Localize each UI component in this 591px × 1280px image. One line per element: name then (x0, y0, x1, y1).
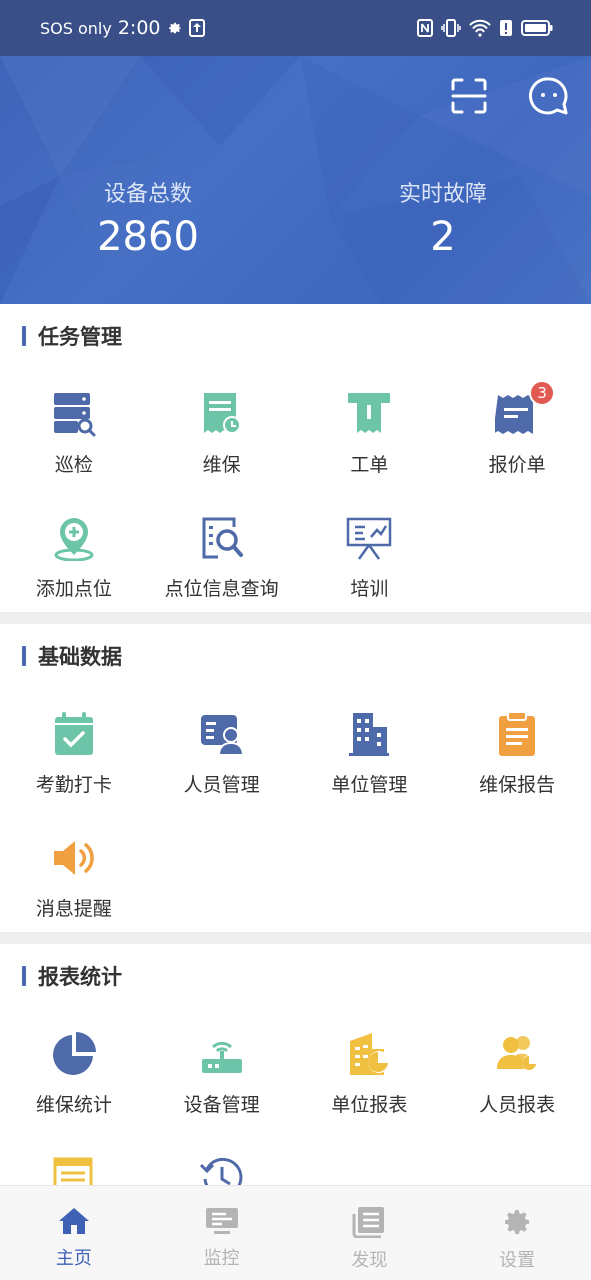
section-title: 报表统计 (0, 962, 591, 990)
calendar-check-icon (50, 710, 98, 758)
tab-home[interactable]: 主页 (0, 1186, 148, 1280)
settings-status-icon (167, 20, 183, 36)
menu-item-label: 维保报告 (479, 774, 556, 796)
menu-item-label: 维保统计 (35, 1094, 112, 1116)
section-basic-data: 基础数据 考勤打卡 人员管理 单位管理 维保报告 消息提醒 (0, 624, 591, 932)
stat-value: 2 (430, 214, 456, 260)
title-accent-bar (22, 966, 26, 986)
building-chart-icon (345, 1030, 393, 1078)
speaker-icon (50, 834, 98, 882)
menu-item-maintenance[interactable]: 维保 (148, 364, 296, 488)
presentation-icon (345, 514, 393, 562)
menu-item-label: 培训 (350, 578, 389, 600)
dashboard-header: 设备总数 2860 实时故障 2 (0, 56, 591, 304)
menu-item-units[interactable]: 单位管理 (296, 684, 444, 808)
tab-label: 主页 (55, 1248, 92, 1269)
battery-icon (521, 19, 553, 37)
menu-item-label: 单位管理 (331, 774, 408, 796)
server-search-icon (50, 390, 98, 438)
menu-item-label: 人员报表 (479, 1094, 556, 1116)
tab-label: 设置 (499, 1250, 536, 1271)
carrier-text: SOS only (40, 18, 112, 38)
stat-label: 设备总数 (103, 182, 192, 207)
menu-item-unit-report[interactable]: 单位报表 (296, 1004, 444, 1128)
menu-item-label: 设备管理 (183, 1094, 260, 1116)
menu-item-work-order[interactable]: 工单 (296, 364, 444, 488)
bottom-tab-bar: 主页 监控 发现 设置 (0, 1185, 591, 1280)
tab-discover[interactable]: 发现 (296, 1186, 444, 1280)
scan-icon[interactable] (449, 76, 489, 116)
menu-item-device-management[interactable]: 设备管理 (148, 1004, 296, 1128)
menu-item-add-location[interactable]: 添加点位 (0, 488, 148, 612)
invoice-icon: 3 (493, 380, 556, 438)
menu-item-label: 报价单 (488, 454, 546, 476)
menu-item-maintenance-stats[interactable]: 维保统计 (0, 1004, 148, 1128)
tab-settings[interactable]: 设置 (443, 1186, 591, 1280)
menu-item-label: 添加点位 (35, 578, 112, 600)
ticket-icon (345, 390, 393, 438)
menu-item-inspection[interactable]: 巡检 (0, 364, 148, 488)
menu-item-personnel-report[interactable]: 人员报表 (443, 1004, 591, 1128)
menu-item-label: 考勤打卡 (35, 774, 112, 796)
section-task-management: 任务管理 巡检 维保 工单 3 报价单 添加点位 点位信息查询 培训 (0, 304, 591, 612)
menu-item-maintenance-report[interactable]: 维保报告 (443, 684, 591, 808)
section-title: 基础数据 (0, 642, 591, 670)
alert-status-icon (499, 19, 513, 37)
menu-item-label: 工单 (350, 454, 389, 476)
section-report-statistics: 报表统计 维保统计 设备管理 单位报表 人员报表 (0, 944, 591, 1204)
wifi-icon (469, 19, 491, 37)
menu-item-label: 人员管理 (183, 774, 260, 796)
menu-item-notifications[interactable]: 消息提醒 (0, 808, 148, 932)
notification-badge: 3 (529, 380, 556, 406)
title-accent-bar (22, 326, 26, 346)
vibrate-icon (441, 19, 461, 37)
device-total-stat[interactable]: 设备总数 2860 (48, 176, 248, 260)
title-accent-bar (22, 646, 26, 666)
section-title-text: 任务管理 (38, 325, 122, 349)
menu-item-label: 点位信息查询 (164, 578, 279, 600)
clock-time: 2:00 (117, 17, 161, 39)
menu-item-personnel[interactable]: 人员管理 (148, 684, 296, 808)
menu-item-label: 消息提醒 (35, 898, 112, 920)
menu-item-location-query[interactable]: 点位信息查询 (148, 488, 296, 612)
news-icon (352, 1206, 386, 1242)
people-chart-icon (493, 1030, 541, 1078)
upload-status-icon (188, 19, 205, 37)
menu-item-label: 维保 (202, 454, 241, 476)
message-icon[interactable] (529, 76, 569, 116)
location-add-icon (50, 514, 98, 562)
menu-item-label: 巡检 (54, 454, 93, 476)
building-icon (345, 710, 393, 758)
clipboard-icon (493, 710, 541, 758)
person-card-icon (198, 710, 246, 758)
section-title-text: 报表统计 (38, 965, 122, 989)
tab-label: 监控 (203, 1248, 240, 1269)
monitor-icon (204, 1206, 240, 1240)
router-icon (198, 1030, 246, 1078)
nfc-icon (417, 19, 433, 37)
stat-value: 2860 (97, 214, 199, 260)
menu-item-attendance[interactable]: 考勤打卡 (0, 684, 148, 808)
stat-label: 实时故障 (398, 182, 487, 207)
section-title: 任务管理 (0, 322, 591, 350)
pie-chart-icon (50, 1030, 98, 1078)
receipt-clock-icon (198, 390, 246, 438)
home-icon (58, 1206, 90, 1240)
doc-search-icon (198, 514, 246, 562)
status-bar: SOS only 2:00 (0, 0, 591, 56)
tab-monitor[interactable]: 监控 (148, 1186, 296, 1280)
tab-label: 发现 (351, 1250, 388, 1271)
menu-item-quotation[interactable]: 3 报价单 (443, 364, 591, 488)
menu-item-label: 单位报表 (331, 1094, 408, 1116)
menu-item-training[interactable]: 培训 (296, 488, 444, 612)
main-content: 任务管理 巡检 维保 工单 3 报价单 添加点位 点位信息查询 培训 基础数据 … (0, 304, 591, 1204)
gear-icon (501, 1206, 533, 1242)
realtime-fault-stat[interactable]: 实时故障 2 (343, 176, 543, 260)
section-title-text: 基础数据 (38, 645, 122, 669)
